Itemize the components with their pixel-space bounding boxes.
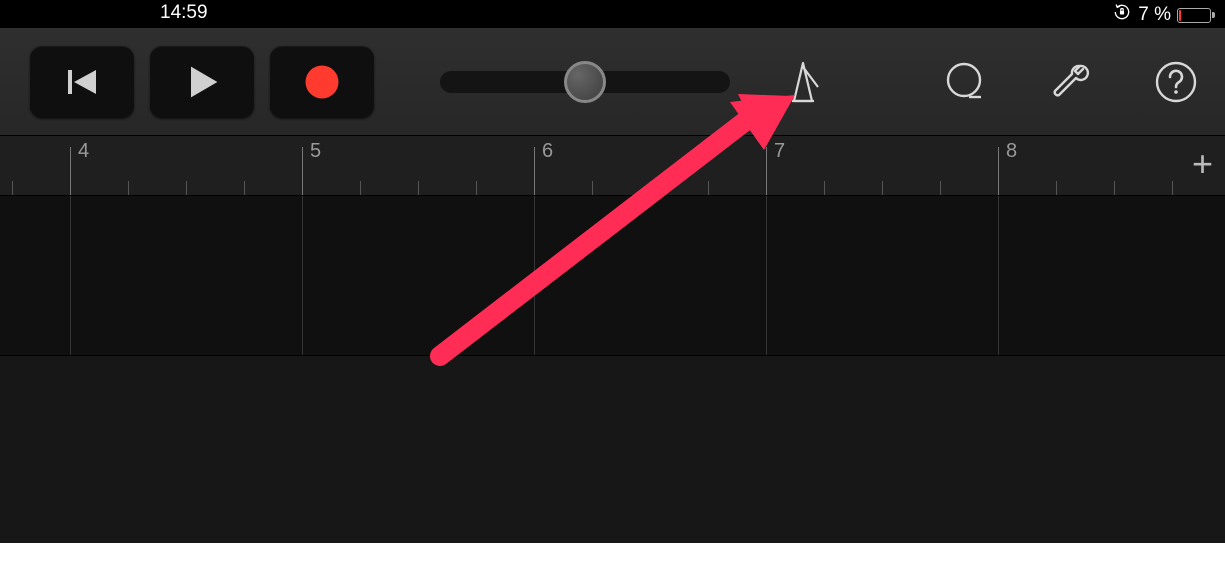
battery-fill [1179,10,1181,21]
help-button[interactable] [1151,57,1201,107]
status-bar: 14:59 7 % [0,0,1225,28]
ruler-tick-minor [824,181,825,195]
ruler-tick-minor [244,181,245,195]
ruler-tick-minor [650,181,651,195]
bar-line [766,196,767,355]
position-slider[interactable] [440,68,730,96]
ruler-tick-minor [12,181,13,195]
ruler-tick-minor [882,181,883,195]
battery-percent: 7 % [1138,4,1171,26]
ruler-tick-minor [360,181,361,195]
ruler-tick-minor [128,181,129,195]
ruler-label: 8 [1006,140,1017,163]
metronome-button[interactable] [775,54,831,110]
ruler-tick-minor [186,181,187,195]
slider-track [440,71,730,93]
ruler-label: 6 [542,140,553,163]
metronome-icon [778,57,828,107]
orientation-lock-icon [1112,2,1132,28]
status-time: 14:59 [160,2,208,24]
ruler-tick-minor [1056,181,1057,195]
loop-button[interactable] [939,57,989,107]
right-tools [939,28,1201,135]
ruler-tick-major [302,147,303,195]
rewind-button[interactable] [30,46,134,118]
ruler-tick-minor [1172,181,1173,195]
ruler-label: 5 [310,140,321,163]
add-track-button[interactable]: + [1192,146,1213,182]
ruler-label: 7 [774,140,785,163]
ruler-tick-minor [940,181,941,195]
ruler-tick-major [998,147,999,195]
ruler-tick-minor [476,181,477,195]
timeline-ruler[interactable]: 4 5 6 7 8 + [0,136,1225,196]
record-button[interactable] [270,46,374,118]
ruler-tick-major [70,147,71,195]
record-icon [306,65,339,98]
slider-thumb[interactable] [564,61,606,103]
status-right: 7 % [1112,2,1211,28]
battery-icon [1177,8,1211,23]
bar-line [534,196,535,355]
toolbar [0,28,1225,136]
bar-line [70,196,71,355]
ruler-tick-minor [592,181,593,195]
ruler-tick-major [766,147,767,195]
settings-button[interactable] [1045,57,1095,107]
play-button[interactable] [150,46,254,118]
wrench-icon [1047,59,1093,105]
ruler-label: 4 [78,140,89,163]
transport-controls [30,46,374,118]
help-icon [1153,59,1199,105]
ruler-tick-minor [418,181,419,195]
lower-panel [0,356,1225,543]
ruler-tick-major [534,147,535,195]
ruler-tick-minor [1114,181,1115,195]
app-window: 14:59 7 % [0,0,1225,543]
loop-icon [941,59,987,105]
bar-line [302,196,303,355]
ruler-tick-minor [708,181,709,195]
bar-line [998,196,999,355]
tracks-area[interactable] [0,196,1225,356]
